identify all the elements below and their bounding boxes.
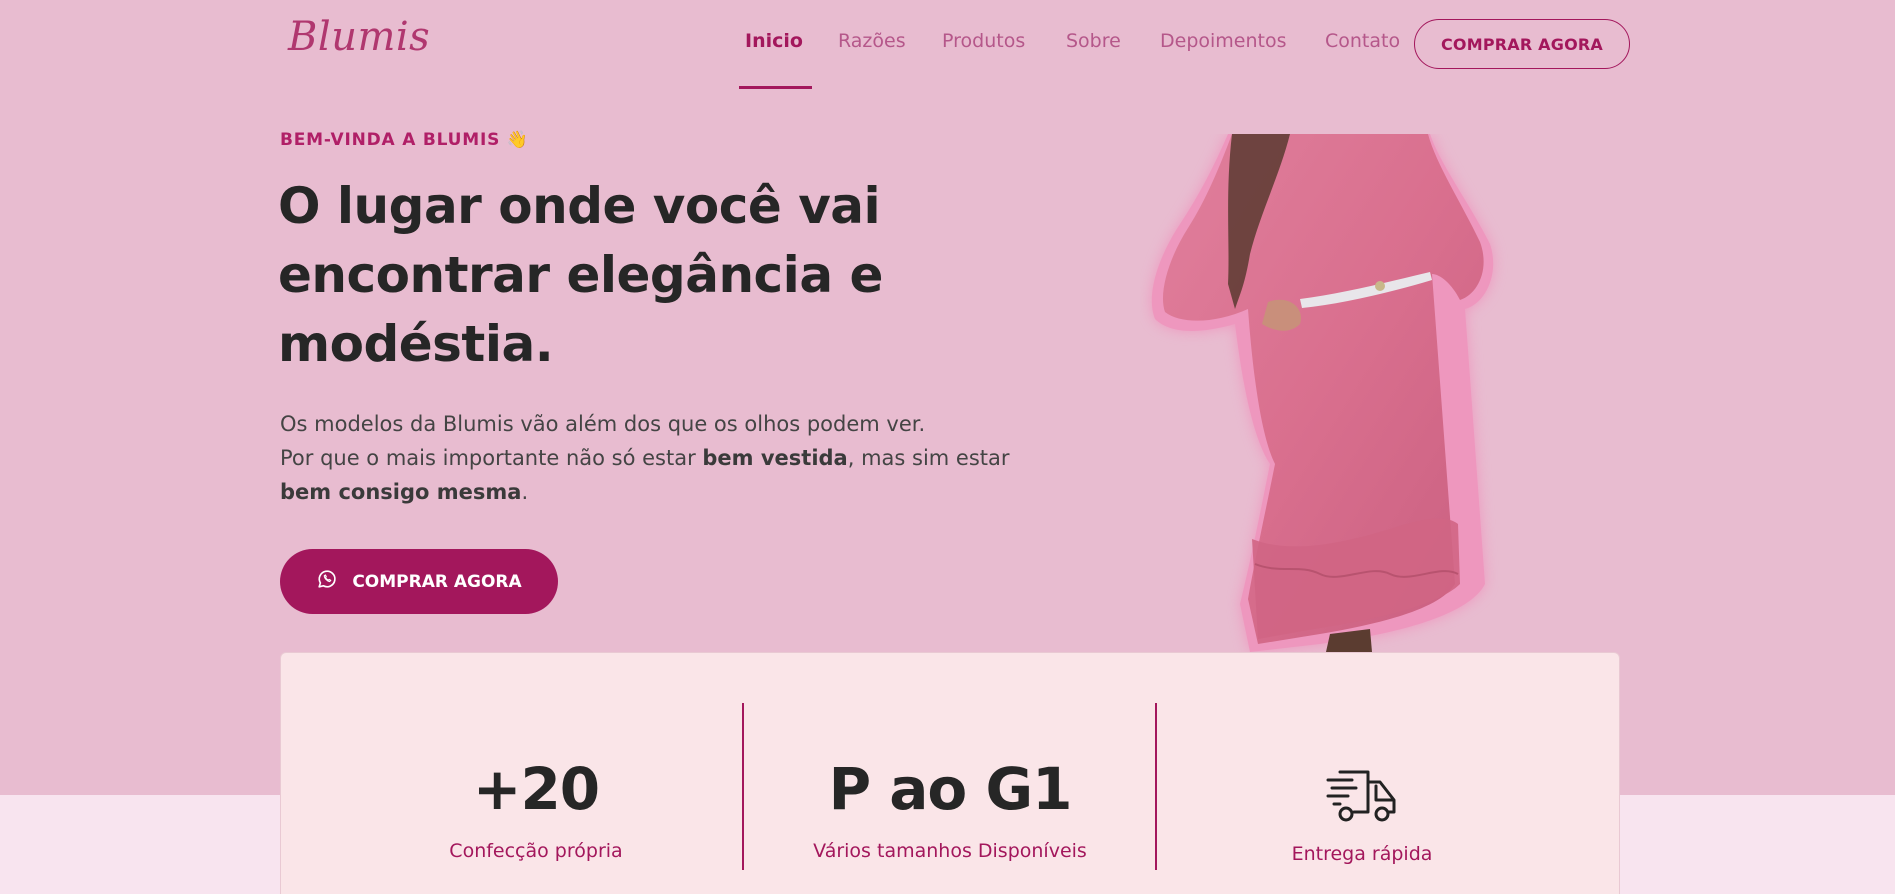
hero-dress-photo [1140, 134, 1520, 652]
stat-label-sizes: Vários tamanhos Disponíveis [813, 840, 1087, 862]
intro-line-3-end: . [521, 480, 529, 504]
brand-logo[interactable]: Blumis [288, 14, 430, 60]
hero-eyebrow: BEM-VINDA A BLUMIS 👋 [280, 130, 529, 150]
stat-divider [742, 703, 744, 870]
nav-item-produtos[interactable]: Produtos [942, 30, 1025, 52]
nav-item-inicio[interactable]: Inicio [745, 30, 803, 52]
intro-line-2-text: Por que o mais importante não só estar [280, 446, 703, 470]
active-nav-indicator [739, 86, 812, 89]
hero-buy-now-label: COMPRAR AGORA [352, 571, 522, 592]
nav-item-depoimentos[interactable]: Depoimentos [1160, 30, 1287, 52]
hero-headline: O lugar onde você vai encontrar elegânci… [278, 177, 883, 373]
stat-value-sizes: P ao G1 [828, 755, 1073, 823]
stat-divider [1155, 703, 1157, 870]
header-buy-now-button[interactable]: COMPRAR AGORA [1414, 19, 1630, 69]
intro-emphasis-self: bem consigo mesma [280, 480, 522, 504]
delivery-truck-icon [1326, 766, 1398, 826]
stat-label-delivery: Entrega rápida [1291, 843, 1433, 865]
nav-item-contato[interactable]: Contato [1325, 30, 1400, 52]
hero-intro: Os modelos da Blumis vão além dos que os… [280, 407, 1040, 509]
hero-buy-now-button[interactable]: COMPRAR AGORA [280, 549, 558, 614]
nav-item-razoes[interactable]: Razões [838, 30, 906, 52]
intro-line-2-end: , mas sim estar [847, 446, 1010, 470]
nav-item-sobre[interactable]: Sobre [1066, 30, 1121, 52]
stat-label-models: Confecção própria [449, 840, 623, 862]
intro-line-1: Os modelos da Blumis vão além dos que os… [280, 412, 926, 436]
intro-emphasis-dressed: bem vestida [702, 446, 848, 470]
whatsapp-icon [316, 568, 338, 595]
stat-value-models: +20 [472, 755, 600, 823]
